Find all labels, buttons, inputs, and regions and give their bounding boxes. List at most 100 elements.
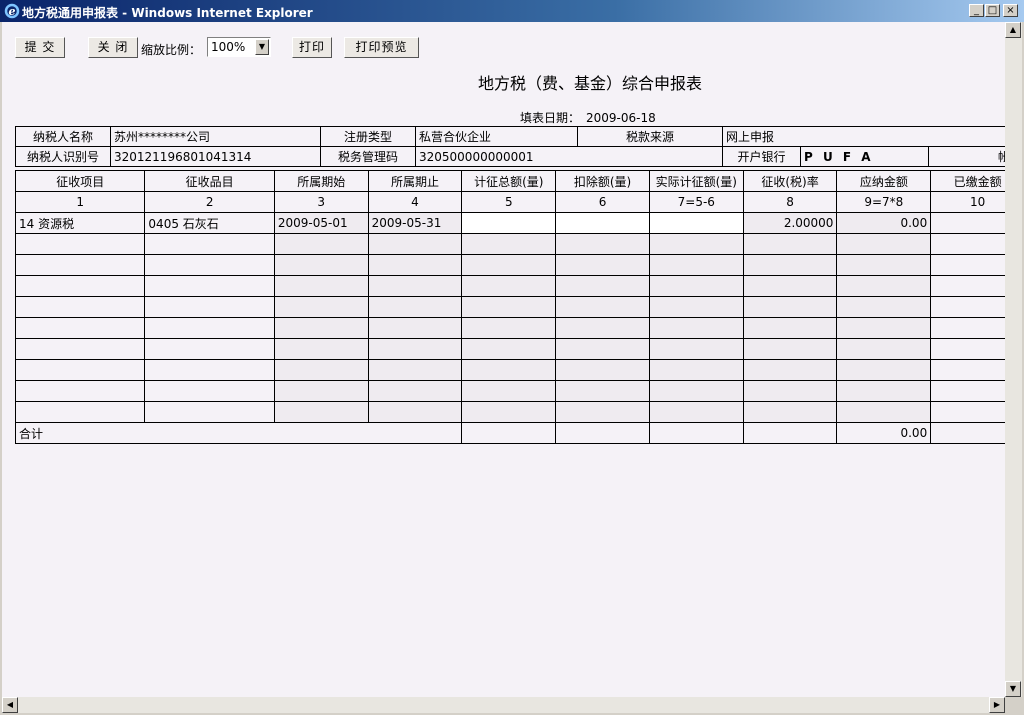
- total-cell: 0.00: [836, 422, 932, 444]
- total-cell: [930, 422, 1005, 444]
- table-cell[interactable]: [555, 212, 650, 234]
- table-cell: [742, 317, 838, 339]
- horizontal-scrollbar[interactable]: ◀ ▶: [2, 697, 1005, 713]
- table-cell[interactable]: [555, 338, 650, 360]
- table-cell: [14, 338, 146, 360]
- table-cell[interactable]: [461, 380, 557, 402]
- table-row: [14, 317, 1005, 339]
- table-row: [14, 254, 1005, 276]
- table-cell: [14, 359, 146, 381]
- table-cell[interactable]: [461, 338, 557, 360]
- table-cell: [648, 380, 744, 402]
- scroll-up-icon[interactable]: ▲: [1005, 22, 1021, 38]
- table-cell: [648, 233, 744, 255]
- fill-date-label: 填表日期：: [520, 111, 581, 125]
- tax-source-label: 税款来源: [577, 126, 723, 147]
- total-cell: [461, 422, 557, 444]
- table-cell: [742, 254, 838, 276]
- table-cell: [273, 233, 369, 255]
- print-button[interactable]: 打印: [292, 37, 332, 58]
- print-preview-button[interactable]: 打印预览: [344, 37, 419, 58]
- table-cell[interactable]: [555, 401, 650, 423]
- table-cell[interactable]: [555, 359, 650, 381]
- scroll-right-icon[interactable]: ▶: [989, 697, 1005, 713]
- table-cell: [367, 296, 463, 318]
- table-cell[interactable]: [555, 254, 650, 276]
- vertical-scrollbar[interactable]: ▲ ▼: [1005, 22, 1022, 697]
- table-cell: [930, 380, 1005, 402]
- table-cell: [836, 380, 932, 402]
- ie-logo-icon: e: [4, 3, 20, 19]
- page-content: 提 交 关 闭 缩放比例： 100% ▼ 打印 打印预览 地方税（费、基金）综合…: [2, 22, 1005, 697]
- column-header: 征收品目: [144, 170, 275, 192]
- table-cell: [648, 401, 744, 423]
- table-cell: [648, 317, 744, 339]
- table-cell: [742, 380, 838, 402]
- table-cell: [144, 233, 275, 255]
- total-row: 合计 0.00: [14, 422, 1005, 444]
- table-row: 14 资源税 0405 石灰石 2009-05-01 2009-05-31 2.0000…: [14, 212, 1005, 234]
- table-cell[interactable]: [461, 359, 557, 381]
- window-titlebar: e 地方税通用申报表 - Windows Internet Explorer _…: [0, 0, 1024, 22]
- table-cell: 0405 石灰石: [144, 212, 275, 234]
- table-row: [14, 380, 1005, 402]
- table-cell: [367, 380, 463, 402]
- dropdown-arrow-icon[interactable]: ▼: [255, 39, 269, 55]
- table-cell[interactable]: [461, 296, 557, 318]
- column-number: 9=7*8: [836, 191, 932, 213]
- table-cell[interactable]: [555, 296, 650, 318]
- column-number: 7=5-6: [648, 191, 744, 213]
- table-row: [14, 401, 1005, 423]
- zoom-label: 缩放比例：: [141, 43, 202, 57]
- maximize-button[interactable]: □: [985, 4, 1000, 17]
- table-cell: [836, 317, 932, 339]
- zoom-value: 100%: [211, 40, 246, 54]
- column-number-row: 1 2 3 4 5 6 7=5-6 8 9=7*8 10: [14, 191, 1005, 213]
- table-cell[interactable]: [555, 380, 650, 402]
- submit-button[interactable]: 提 交: [15, 37, 65, 58]
- window-title: 地方税通用申报表 - Windows Internet Explorer: [22, 6, 313, 20]
- zoom-select[interactable]: 100% ▼: [207, 37, 271, 57]
- table-cell: [367, 338, 463, 360]
- table-cell[interactable]: [461, 212, 557, 234]
- table-cell: [648, 254, 744, 276]
- table-cell: 2009-05-01: [273, 212, 369, 234]
- tax-mgmt-code-label: 税务管理码: [320, 146, 416, 167]
- table-cell: 2009-05-31: [367, 212, 463, 234]
- table-cell: [14, 233, 146, 255]
- minimize-button[interactable]: _: [969, 4, 984, 17]
- table-cell[interactable]: [555, 317, 650, 339]
- table-cell: [273, 338, 369, 360]
- table-cell[interactable]: [461, 254, 557, 276]
- taxpayer-name-label: 纳税人名称: [15, 126, 111, 147]
- table-cell: [930, 233, 1005, 255]
- table-cell: [144, 401, 275, 423]
- column-header: 计征总额(量): [461, 170, 557, 192]
- column-header: 所属期止: [367, 170, 463, 192]
- table-cell: [144, 254, 275, 276]
- table-cell: 0.00: [836, 212, 932, 234]
- table-cell[interactable]: [461, 233, 557, 255]
- table-cell: [836, 254, 932, 276]
- scroll-left-icon[interactable]: ◀: [2, 697, 18, 713]
- table-cell: [367, 254, 463, 276]
- table-cell: [930, 359, 1005, 381]
- table-row: [14, 275, 1005, 297]
- scroll-down-icon[interactable]: ▼: [1005, 681, 1021, 697]
- table-cell[interactable]: [461, 401, 557, 423]
- table-cell: [836, 296, 932, 318]
- close-window-button[interactable]: ×: [1003, 4, 1018, 17]
- column-header: 征收项目: [14, 170, 146, 192]
- table-row: [14, 338, 1005, 360]
- table-cell[interactable]: [555, 275, 650, 297]
- close-button[interactable]: 关 闭: [88, 37, 138, 58]
- table-cell[interactable]: [461, 275, 557, 297]
- table-cell: [836, 359, 932, 381]
- table-cell: [648, 338, 744, 360]
- table-cell: [273, 275, 369, 297]
- table-cell[interactable]: [555, 233, 650, 255]
- column-header: 应纳金额: [836, 170, 932, 192]
- header-row: 征收项目 征收品目 所属期始 所属期止 计征总额(量) 扣除额(量) 实际计征额(量) 征收(…: [14, 170, 1005, 192]
- account-label: 帐号: [927, 146, 1005, 167]
- table-cell[interactable]: [461, 317, 557, 339]
